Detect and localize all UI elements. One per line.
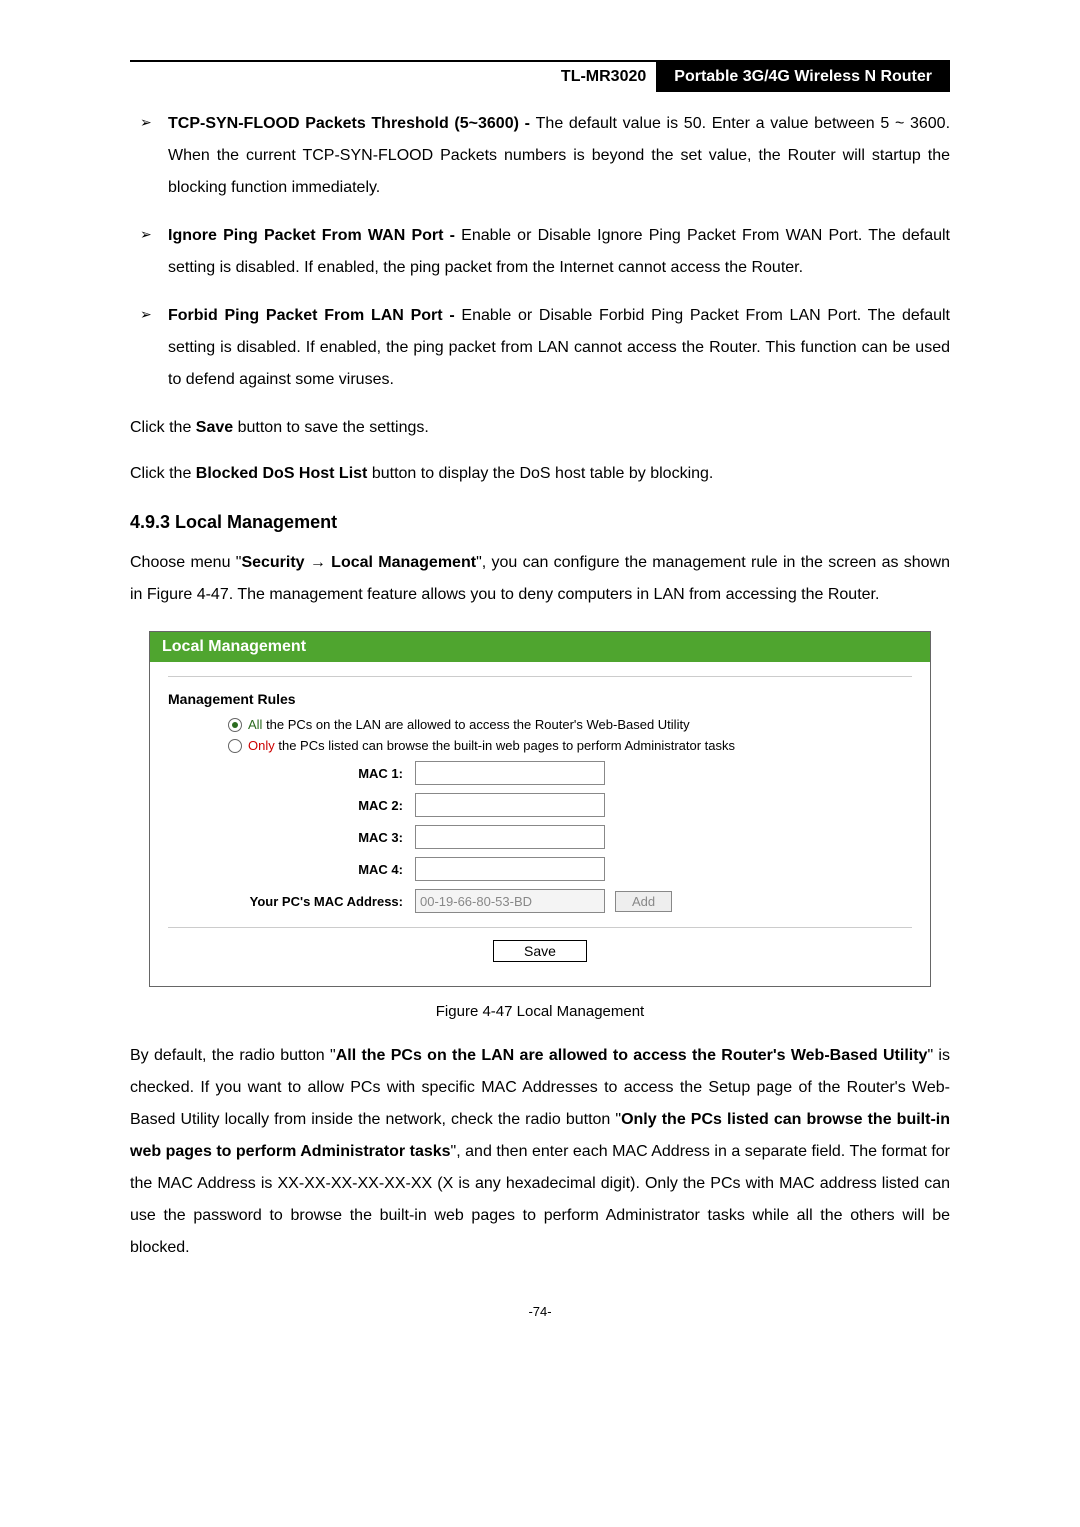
mac2-label: MAC 2: bbox=[168, 798, 415, 813]
mac4-input[interactable] bbox=[415, 857, 605, 881]
local-management-figure: Local Management Management Rules All th… bbox=[149, 631, 931, 987]
text: Click the bbox=[130, 419, 196, 436]
mac3-label: MAC 3: bbox=[168, 830, 415, 845]
section-heading: 4.9.3 Local Management bbox=[130, 512, 950, 533]
intro-paragraph: Choose menu "Security → Local Management… bbox=[130, 547, 950, 611]
save-button[interactable]: Save bbox=[493, 940, 587, 962]
radio-icon bbox=[228, 718, 242, 732]
save-instruction: Click the Save button to save the settin… bbox=[130, 412, 950, 444]
model-label: TL-MR3020 bbox=[130, 62, 656, 92]
bullet-ignore-ping: ➢ Ignore Ping Packet From WAN Port - Ena… bbox=[140, 220, 950, 284]
radio-only-pcs[interactable]: Only the PCs listed can browse the built… bbox=[228, 738, 912, 753]
opt-only-keyword: Only bbox=[248, 738, 275, 753]
divider bbox=[168, 676, 912, 677]
bullet-text: Ignore Ping Packet From WAN Port - Enabl… bbox=[168, 220, 950, 284]
menu-security: Security bbox=[241, 554, 304, 571]
bullet-title: TCP-SYN-FLOOD Packets Threshold (5~3600)… bbox=[168, 115, 536, 132]
blocked-list-instruction: Click the Blocked DoS Host List button t… bbox=[130, 458, 950, 490]
blocked-list-word: Blocked DoS Host List bbox=[196, 465, 368, 482]
mac4-label: MAC 4: bbox=[168, 862, 415, 877]
add-button[interactable]: Add bbox=[615, 891, 672, 912]
menu-local-mgmt: Local Management bbox=[331, 554, 476, 571]
opt-all-keyword: All bbox=[248, 717, 262, 732]
mac2-input[interactable] bbox=[415, 793, 605, 817]
opt-only-text: the PCs listed can browse the built-in w… bbox=[275, 738, 735, 753]
save-word: Save bbox=[196, 419, 233, 436]
opt-all-text: the PCs on the LAN are allowed to access… bbox=[262, 717, 689, 732]
your-mac-label: Your PC's MAC Address: bbox=[168, 894, 415, 909]
text: button to display the DoS host table by … bbox=[367, 465, 713, 482]
radio-icon bbox=[228, 739, 242, 753]
tail-paragraph: By default, the radio button "All the PC… bbox=[130, 1040, 950, 1264]
your-mac-input bbox=[415, 889, 605, 913]
bullet-text: Forbid Ping Packet From LAN Port - Enabl… bbox=[168, 300, 950, 396]
product-label: Portable 3G/4G Wireless N Router bbox=[656, 62, 950, 92]
arrow: → bbox=[305, 554, 332, 571]
bullet-title: Forbid Ping Packet From LAN Port - bbox=[168, 307, 461, 324]
chevron-right-icon: ➢ bbox=[140, 220, 168, 284]
mac1-label: MAC 1: bbox=[168, 766, 415, 781]
bullet-tcp-syn: ➢ TCP-SYN-FLOOD Packets Threshold (5~360… bbox=[140, 108, 950, 204]
doc-header: TL-MR3020 Portable 3G/4G Wireless N Rout… bbox=[130, 62, 950, 92]
mac1-input[interactable] bbox=[415, 761, 605, 785]
opt-all-bold: All the PCs on the LAN are allowed to ac… bbox=[336, 1047, 928, 1064]
text: Click the bbox=[130, 465, 196, 482]
page-number: -74- bbox=[130, 1304, 950, 1319]
text: button to save the settings. bbox=[233, 419, 429, 436]
management-rules-label: Management Rules bbox=[168, 691, 912, 707]
bullet-title: Ignore Ping Packet From WAN Port - bbox=[168, 227, 461, 244]
mac3-input[interactable] bbox=[415, 825, 605, 849]
chevron-right-icon: ➢ bbox=[140, 300, 168, 396]
text: Choose menu " bbox=[130, 554, 241, 571]
text: By default, the radio button " bbox=[130, 1047, 336, 1064]
bullet-forbid-ping: ➢ Forbid Ping Packet From LAN Port - Ena… bbox=[140, 300, 950, 396]
bullet-text: TCP-SYN-FLOOD Packets Threshold (5~3600)… bbox=[168, 108, 950, 204]
chevron-right-icon: ➢ bbox=[140, 108, 168, 204]
figure-caption: Figure 4-47 Local Management bbox=[130, 1003, 950, 1020]
radio-all-pcs[interactable]: All the PCs on the LAN are allowed to ac… bbox=[228, 717, 912, 732]
panel-title: Local Management bbox=[150, 632, 930, 662]
